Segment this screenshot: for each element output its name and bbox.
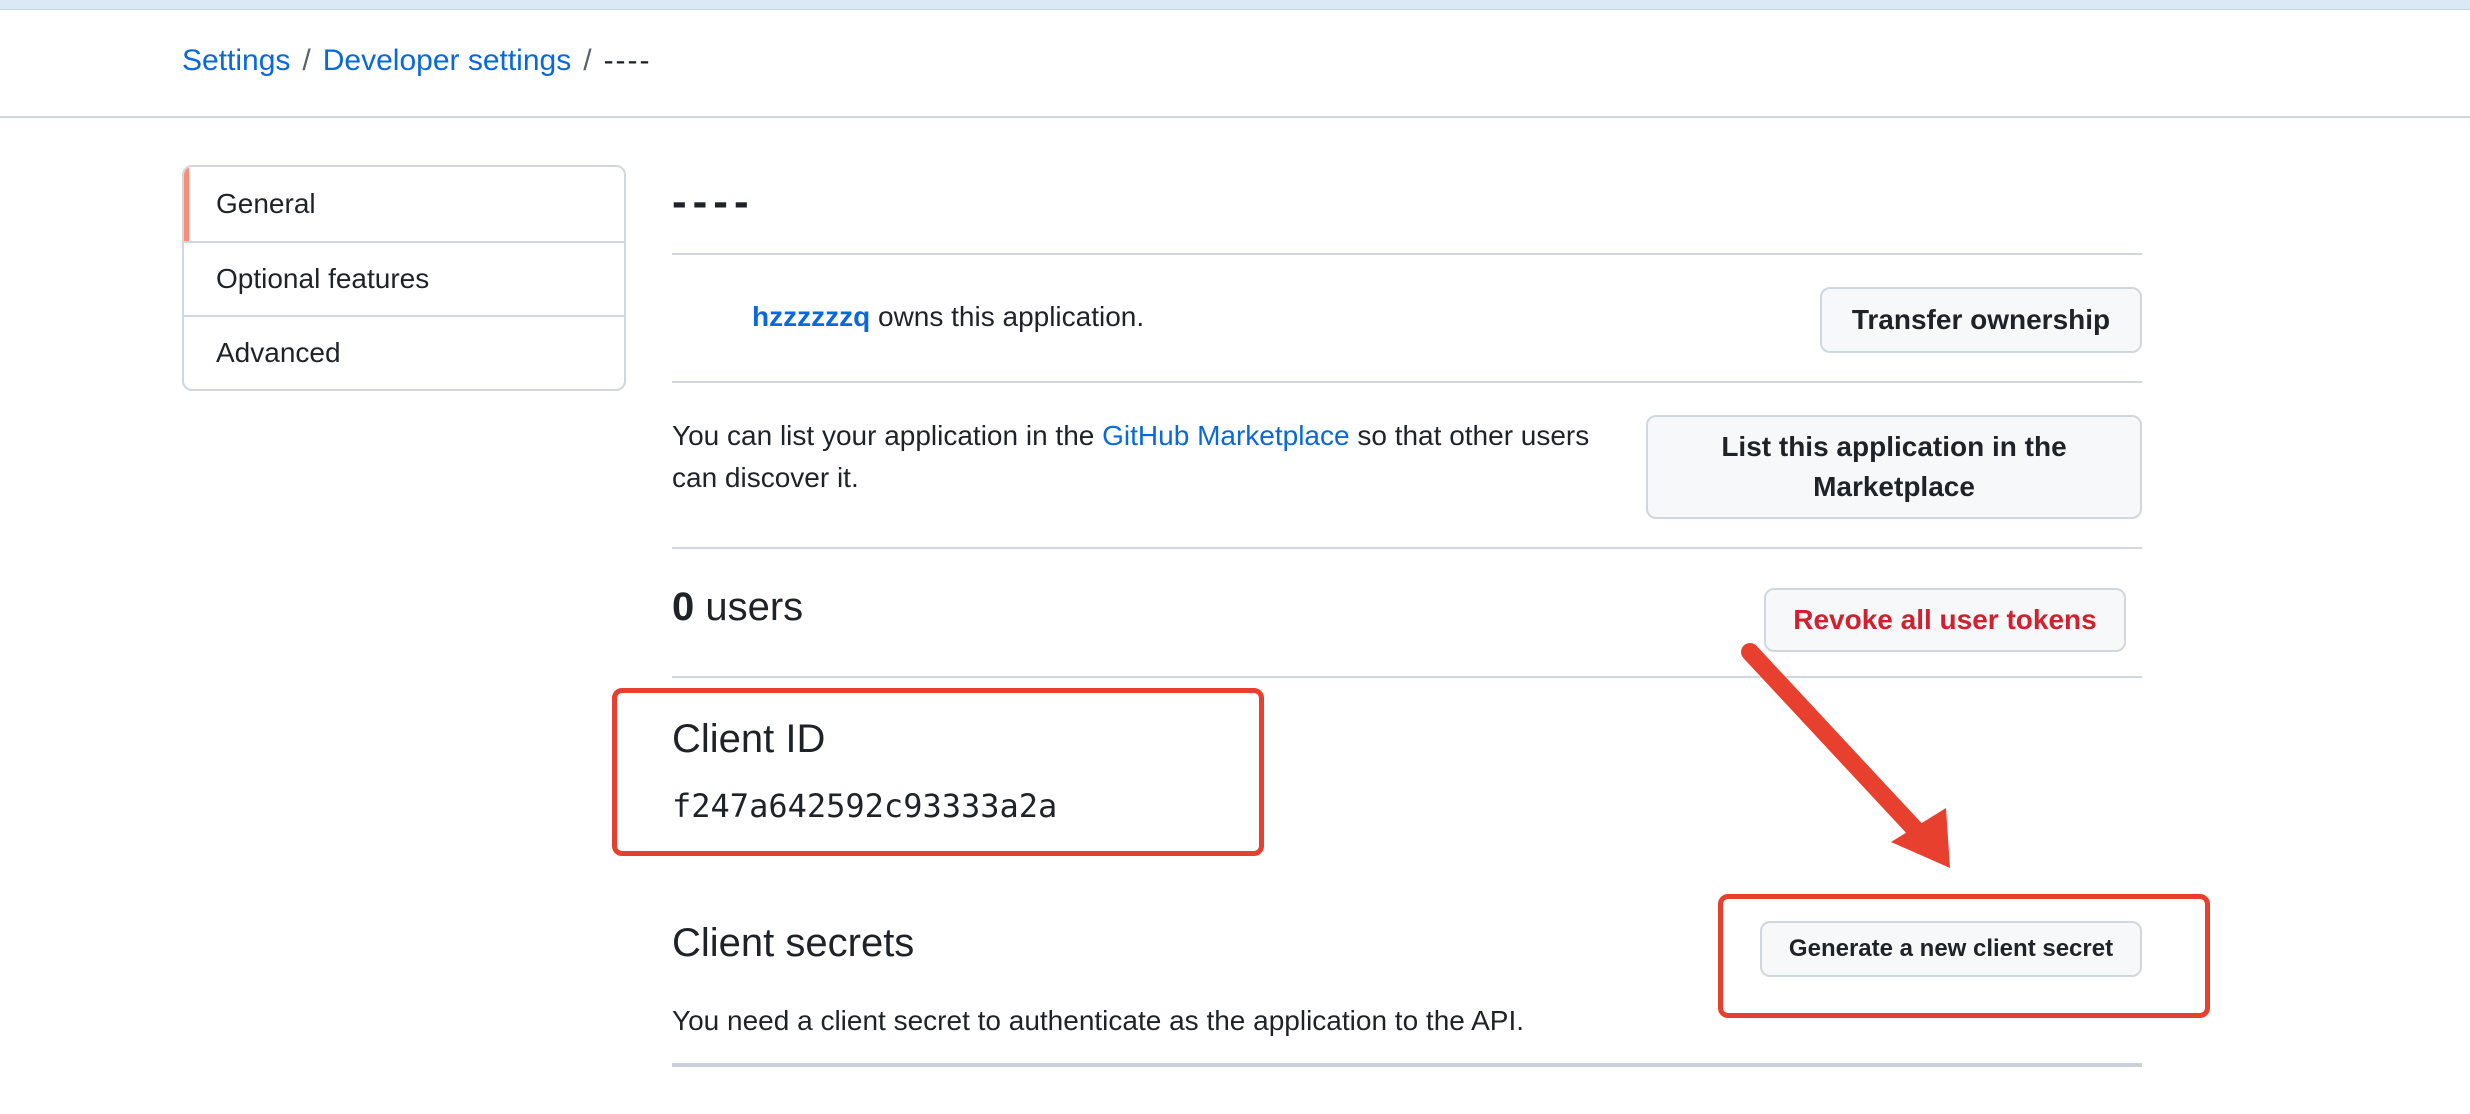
browser-top-bar	[0, 0, 2470, 10]
section-divider	[672, 381, 2142, 383]
owner-row: hzzzzzzq owns this application.	[752, 301, 1144, 333]
users-count-number: 0	[672, 585, 695, 629]
breadcrumb: Settings / Developer settings / ----	[182, 44, 652, 78]
sidebar-item-advanced[interactable]: Advanced	[184, 315, 624, 389]
breadcrumb-settings-link[interactable]: Settings	[182, 44, 290, 78]
section-divider	[672, 676, 2142, 678]
revoke-all-tokens-label: Revoke all user tokens	[1793, 604, 2097, 635]
transfer-ownership-button[interactable]: Transfer ownership	[1820, 287, 2142, 353]
owner-text: owns this application.	[870, 301, 1145, 332]
header-divider	[0, 116, 2470, 118]
settings-sidebar: General Optional features Advanced	[182, 165, 626, 391]
transfer-ownership-label: Transfer ownership	[1851, 304, 2111, 335]
sidebar-item-label: Optional features	[216, 263, 430, 294]
users-count: 0 users	[672, 585, 803, 630]
section-divider	[672, 547, 2142, 549]
annotation-arrow-shaft	[1741, 643, 1934, 849]
annotation-arrow-head	[1891, 808, 1950, 868]
breadcrumb-separator: /	[302, 44, 311, 77]
sidebar-item-optional-features[interactable]: Optional features	[184, 241, 624, 315]
sidebar-item-general[interactable]: General	[184, 167, 624, 241]
client-secret-description: You need a client secret to authenticate…	[672, 1005, 1525, 1036]
client-id-highlight-box	[612, 688, 1264, 856]
revoke-all-tokens-button[interactable]: Revoke all user tokens	[1764, 588, 2126, 652]
github-marketplace-link[interactable]: GitHub Marketplace	[1102, 420, 1349, 451]
page-title: ----	[672, 177, 755, 226]
client-secrets-heading: Client secrets	[672, 921, 915, 965]
breadcrumb-developer-settings-link[interactable]: Developer settings	[323, 44, 571, 78]
section-divider	[672, 253, 2142, 255]
users-count-label: users	[694, 585, 804, 629]
list-in-marketplace-button[interactable]: List this application in the Marketplace	[1646, 415, 2142, 519]
generate-secret-highlight-box	[1718, 894, 2210, 1018]
marketplace-text: You can list your application in the Git…	[672, 415, 1632, 499]
breadcrumb-current: ----	[603, 44, 652, 77]
section-divider	[672, 1063, 2142, 1067]
owner-link[interactable]: hzzzzzzq	[752, 301, 870, 332]
list-in-marketplace-label: List this application in the Marketplace	[1721, 431, 2067, 502]
breadcrumb-separator: /	[583, 44, 592, 77]
marketplace-text-before: You can list your application in the	[672, 420, 1103, 451]
sidebar-item-label: General	[216, 188, 316, 219]
sidebar-item-label: Advanced	[216, 337, 341, 368]
